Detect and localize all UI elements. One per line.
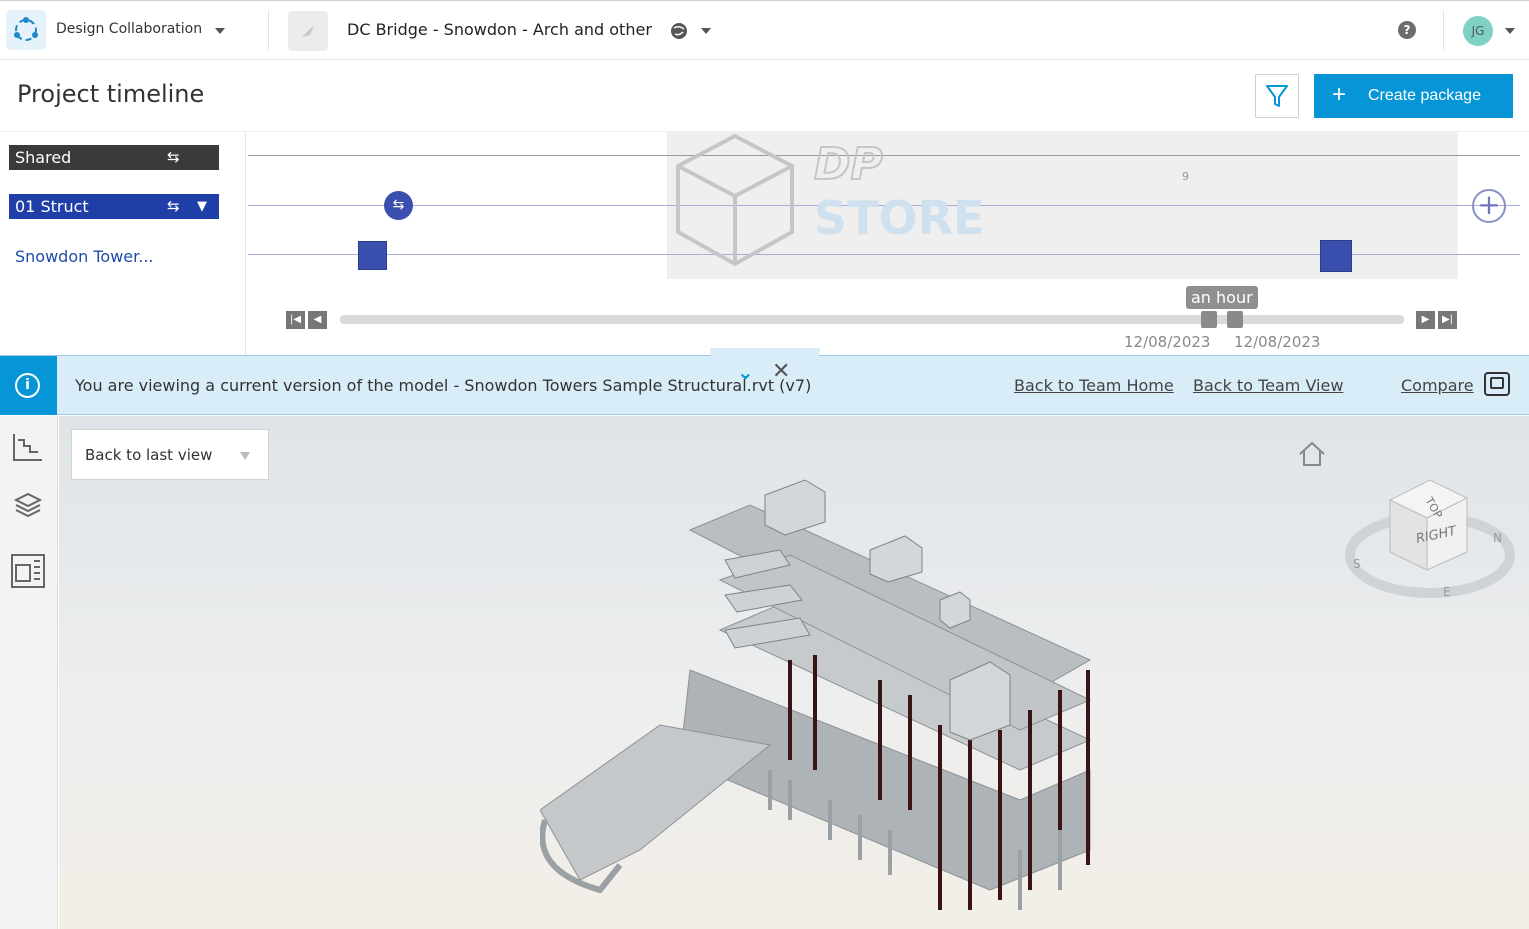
page-title: Project timeline [17,80,205,108]
range-end-date: 12/08/2023 [1234,333,1321,351]
step-back-icon[interactable]: ◀ [308,311,327,329]
timeline-tracks-panel: Shared ⇆ 01 Struct ⇆ ▼ Snowdon Tower... [0,131,246,355]
globe-icon [671,23,687,39]
project-title[interactable]: DC Bridge - Snowdon - Arch and other [347,20,652,39]
version-info-banner: i You are viewing a current version of t… [0,348,1529,415]
range-handle-start[interactable] [1201,311,1217,328]
building-model[interactable] [540,470,1100,929]
filter-icon [1266,85,1288,107]
back-to-team-home-link[interactable]: Back to Team Home [1014,376,1174,395]
track-01-struct[interactable]: 01 Struct ⇆ ▼ [9,194,219,219]
timeline-scrubber[interactable] [340,315,1404,324]
dropdown-icon [240,452,250,460]
viewcube[interactable]: TOP RIGHT N S E [1345,470,1515,605]
version-marker[interactable] [358,241,387,270]
sheets-icon[interactable] [10,553,46,589]
track-label: 01 Struct [15,197,89,216]
filter-button[interactable] [1255,74,1299,118]
viewer-toolbar [0,416,58,929]
skip-end-icon[interactable]: ▶| [1438,311,1457,329]
swap-icon[interactable]: ⇆ [167,145,180,170]
model-browser-icon[interactable] [10,430,46,466]
compare-link[interactable]: Compare [1401,376,1474,395]
compass-s-label: S [1353,557,1361,571]
home-icon[interactable] [1297,440,1327,468]
caret-down-icon[interactable] [1505,28,1515,34]
caret-down-icon[interactable] [215,28,225,34]
app-name[interactable]: Design Collaboration [56,21,202,37]
caret-down-icon[interactable] [701,28,711,34]
svg-text:DP: DP [814,139,883,190]
compare-icon[interactable] [1484,372,1510,396]
version-marker-selected[interactable] [1320,240,1352,272]
marker-count: 9 [1182,170,1189,183]
create-package-button[interactable]: + Create package [1314,74,1513,118]
top-bar: Design Collaboration DC Bridge - Snowdon… [0,0,1529,60]
banner-message: You are viewing a current version of the… [75,376,812,395]
close-icon[interactable]: ✕ [772,359,790,384]
back-to-last-view-label: Back to last view [85,446,213,464]
info-icon: i [15,373,40,398]
chevron-down-icon[interactable]: ⌄ [737,360,754,384]
file-link[interactable]: Snowdon Tower... [15,247,153,266]
range-start-date: 12/08/2023 [1124,333,1211,351]
back-to-team-view-link[interactable]: Back to Team View [1193,376,1343,395]
skip-start-icon[interactable]: |◀ [286,311,305,329]
plus-icon: + [1332,81,1347,108]
design-collab-logo-icon[interactable] [6,10,46,50]
avatar[interactable]: JG [1463,16,1493,46]
package-marker[interactable]: ⇆ [384,191,413,220]
compass-n-label: N [1493,531,1502,545]
track-label: Shared [15,148,72,167]
back-to-last-view-dropdown[interactable]: Back to last view [71,429,269,480]
step-forward-icon[interactable]: ▶ [1416,311,1435,329]
watermark-logo: DP STORE [676,134,984,267]
layers-icon[interactable] [10,488,46,524]
project-icon[interactable] [288,11,328,51]
create-package-label: Create package [1368,87,1481,104]
swap-icon[interactable]: ⇆ [167,194,180,219]
dropdown-icon[interactable]: ▼ [197,194,207,219]
help-icon[interactable]: ? [1398,21,1416,39]
divider [268,10,269,50]
add-track-icon[interactable]: + [1472,189,1506,223]
banner-tab [710,348,820,378]
range-handle-end[interactable] [1227,311,1243,328]
divider [1443,10,1444,50]
track-shared[interactable]: Shared ⇆ [9,145,219,170]
compass-e-label: E [1443,585,1451,599]
info-icon-box: i [0,356,57,415]
svg-text:STORE: STORE [814,191,984,245]
range-tooltip: an hour [1186,286,1258,309]
